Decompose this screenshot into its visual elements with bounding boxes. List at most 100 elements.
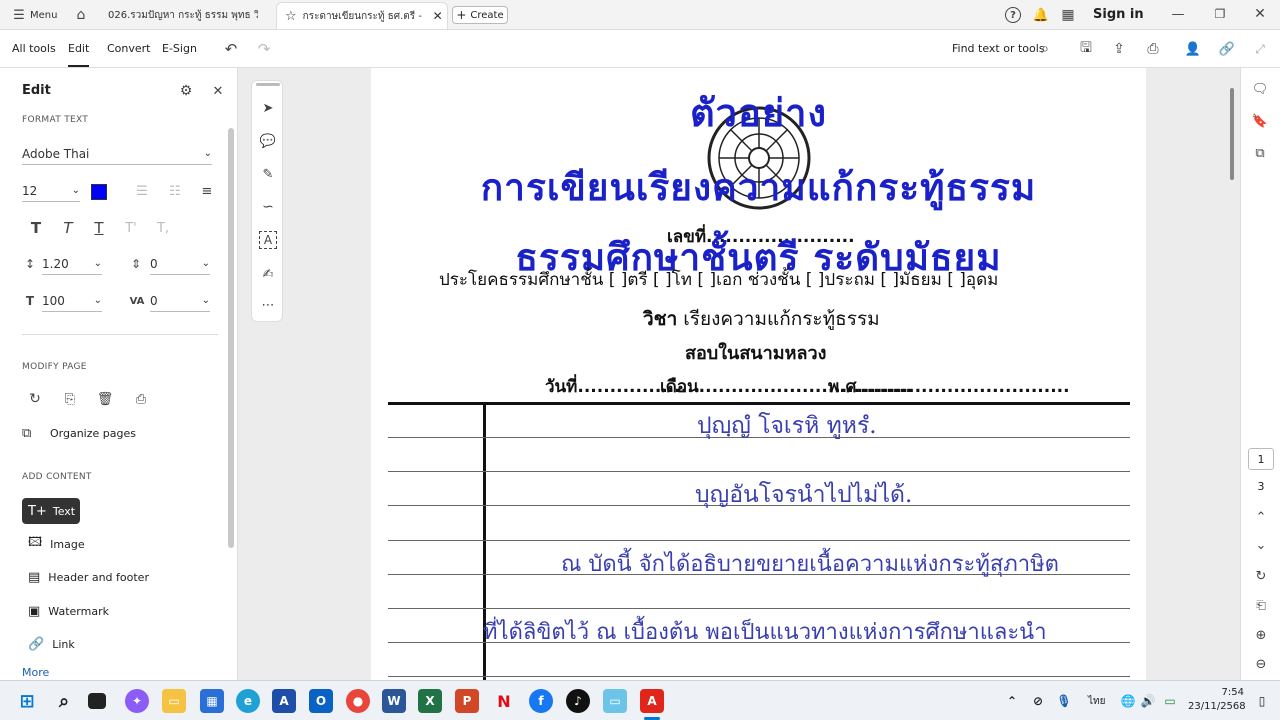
organize-pages-button[interactable]: ⧉ Organize pages (22, 420, 136, 446)
font-size-select[interactable]: 12 ⌄ (22, 180, 80, 202)
align-left-icon[interactable]: ≡ (198, 182, 216, 200)
all-tools-tab[interactable]: All tools (12, 30, 56, 68)
add-image-button[interactable]: 🖾 Image (22, 531, 85, 557)
watermark-button[interactable]: ▣ Watermark (22, 598, 109, 624)
save-icon[interactable]: 🖫 (1077, 40, 1095, 58)
line-spacing-select[interactable]: 1.20 ⌄ (42, 253, 102, 275)
find-text-label[interactable]: Find text or tools (952, 30, 1045, 68)
tiktok-icon[interactable]: ♪ (566, 689, 590, 713)
highlight-pen-icon[interactable]: ✎ (259, 165, 277, 183)
character-spacing-select[interactable]: 0 ⌄ (150, 290, 210, 312)
taskbar-search-icon[interactable]: ⌕ (52, 689, 76, 713)
pages-icon[interactable]: ⧉ (1251, 144, 1269, 162)
page-up-icon[interactable]: ⌃ (1252, 508, 1270, 526)
text-color-swatch[interactable] (91, 184, 107, 200)
search-icon[interactable]: ⌕ (1036, 40, 1054, 58)
notification-bell-icon[interactable]: 🔔 (1033, 6, 1049, 24)
chrome-icon[interactable]: ● (346, 689, 370, 713)
italic-icon[interactable]: T (59, 219, 77, 237)
tab-document-1[interactable]: 026.รวมปัญหา กระทู้ ธรรม พุทธ วินัย ต... (96, 2, 272, 29)
volume-icon[interactable]: 🔊 (1136, 689, 1160, 713)
undo-icon[interactable]: ↶ (222, 40, 240, 58)
add-text-button[interactable]: T+ Text (22, 498, 80, 524)
horizontal-scale-select[interactable]: 100 ⌄ (42, 290, 102, 312)
help-icon[interactable]: ? (1005, 7, 1021, 23)
clock-date[interactable]: 23/11/2568 (1188, 701, 1246, 712)
numbered-list-icon[interactable]: ☷ (166, 182, 184, 200)
powerpoint-icon[interactable]: P (455, 689, 479, 713)
page-down-icon[interactable]: ⌄ (1252, 536, 1270, 554)
date-year[interactable]: พ.ศ................................. (828, 373, 1070, 400)
close-window-icon[interactable]: ✕ (1252, 6, 1268, 22)
network-icon[interactable]: ⊘ (1026, 689, 1050, 713)
class-options-line[interactable]: ประโยคธรรมศึกษาชั้น [ ]ตรี [ ]โท [ ]เอก … (439, 266, 998, 293)
viewer-scrollbar[interactable] (1230, 88, 1234, 180)
select-cursor-icon[interactable]: ➤ (259, 99, 277, 117)
app-blue-icon[interactable]: A (272, 689, 296, 713)
edit-tab[interactable]: Edit (68, 30, 90, 67)
essay-line-2[interactable]: บุญอันโจรนำไปไม่ได้. (695, 477, 912, 513)
windows-start-icon[interactable]: ⊞ (15, 689, 39, 713)
hamburger-menu-icon[interactable]: ☰ (12, 8, 26, 23)
close-panel-icon[interactable]: ✕ (210, 82, 226, 100)
freehand-draw-icon[interactable]: ∽ (259, 198, 277, 216)
excel-icon[interactable]: X (418, 689, 442, 713)
font-family-select[interactable]: Adobe Thai ⌄ (22, 143, 212, 165)
sign-in-button[interactable]: Sign in (1093, 7, 1144, 22)
gear-icon[interactable]: ⚙ (177, 82, 195, 100)
battery-icon[interactable]: ▭ (1158, 689, 1182, 713)
exam-line[interactable]: สอบในสนามหลวง (685, 338, 826, 367)
word-icon[interactable]: W (382, 689, 406, 713)
paragraph-spacing-select[interactable]: 0 ⌄ (150, 253, 210, 275)
collapse-icon[interactable]: ⤢ (1251, 40, 1269, 58)
acrobat-icon[interactable]: A (640, 689, 664, 713)
subscript-icon[interactable]: T, (154, 219, 172, 237)
star-icon[interactable]: ☆ (285, 9, 297, 24)
link-icon[interactable]: 🔗 (1218, 40, 1236, 58)
print-icon[interactable]: ⎙ (1144, 40, 1162, 58)
file-explorer-icon[interactable]: ▭ (162, 689, 186, 713)
close-tab-icon[interactable]: ✕ (433, 9, 443, 23)
menu-button[interactable]: Menu (30, 2, 57, 29)
minimize-icon[interactable]: — (1170, 6, 1186, 22)
page-number-current[interactable]: 1 (1248, 448, 1274, 470)
apps-grid-icon[interactable]: ▦ (1060, 6, 1076, 24)
essay-line-4[interactable]: ที่ได้ลิขิตไว้ ณ เบื้องต้น พอเป็นแนวทางแ… (483, 614, 1047, 649)
convert-tab[interactable]: Convert (107, 30, 151, 68)
netflix-icon[interactable]: N (492, 689, 516, 713)
upload-icon[interactable]: ⇪ (1110, 40, 1128, 58)
more-link[interactable]: More (22, 666, 49, 679)
zoom-out-icon[interactable]: ⊖ (1252, 655, 1270, 673)
bold-icon[interactable]: T (27, 219, 45, 237)
task-view-icon[interactable] (88, 693, 106, 709)
refresh-icon[interactable]: ↻ (1252, 567, 1270, 585)
underline-icon[interactable]: T (90, 219, 108, 237)
redo-icon[interactable]: ↷ (255, 40, 273, 58)
delete-page-icon[interactable]: 🗑 (96, 390, 114, 408)
comments-icon[interactable]: 🗨 (1251, 80, 1269, 98)
rotate-page-icon[interactable]: ↻ (26, 390, 44, 408)
clock-time[interactable]: 7:54 (1188, 687, 1244, 698)
essay-line-3[interactable]: ณ บัดนี้ จักได้อธิบายขยายเนื้อความแห่งกร… (561, 546, 1059, 581)
text-box-icon[interactable]: A (259, 231, 277, 249)
microsoft-store-icon[interactable]: ▦ (200, 689, 224, 713)
superscript-icon[interactable]: T' (122, 219, 140, 237)
show-hidden-icons[interactable]: ⌃ (1000, 689, 1024, 713)
panel-scrollbar[interactable] (228, 128, 234, 548)
title-line-1[interactable]: ตัวอย่าง (371, 82, 1146, 143)
edge-icon[interactable]: e (236, 689, 260, 713)
extract-page-icon[interactable]: ⎘ (61, 390, 79, 408)
esign-tab[interactable]: E-Sign (162, 30, 197, 68)
bookmarks-icon[interactable]: 🔖 (1251, 112, 1269, 130)
page-fit-icon[interactable]: ⎗ (1252, 596, 1270, 614)
bullet-list-icon[interactable]: ☰ (133, 182, 151, 200)
subject-line[interactable]: วิชา เรียงความแก้กระทู้ธรรม (643, 304, 880, 334)
facebook-icon[interactable]: f (529, 689, 553, 713)
insert-page-icon[interactable]: ⎙ (132, 390, 150, 408)
title-line-2[interactable]: การเขียนเรียงความแก้กระทู้ธรรม (371, 158, 1146, 217)
share-user-icon[interactable]: 👤 (1184, 40, 1202, 58)
notification-center-icon[interactable]: ▯ (1250, 689, 1274, 713)
essay-line-1[interactable]: ปุญฺญํ โจเรหิ ทูหรํ. (697, 408, 877, 444)
link-button[interactable]: 🔗 Link (22, 631, 75, 657)
restore-icon[interactable]: ❐ (1212, 6, 1228, 22)
